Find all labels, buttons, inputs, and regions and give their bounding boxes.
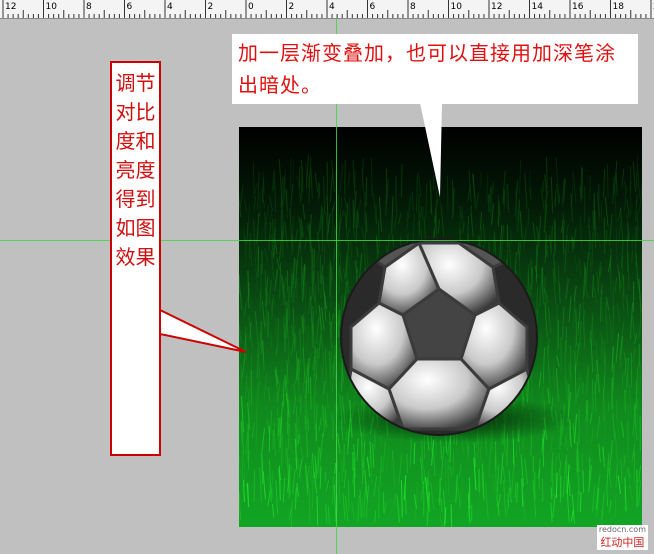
- ruler-label: 4: [329, 2, 335, 12]
- ruler-label: 2: [207, 2, 214, 12]
- ruler-label: 6: [369, 2, 376, 12]
- ruler-label: 8: [86, 2, 92, 12]
- ruler-label: 14: [531, 2, 543, 12]
- ruler-label: 0: [248, 2, 254, 12]
- ruler-label: 2: [288, 2, 295, 12]
- left-annotation-text: 调节对比度和亮度得到如图效果: [115, 71, 156, 269]
- top-callout-tail: [420, 103, 442, 197]
- horizontal-ruler: 1210864202468101214161820: [0, 0, 654, 19]
- watermark-url: redocn.com: [596, 525, 648, 534]
- watermark-name: 红动中国: [596, 534, 648, 550]
- ruler-label: 8: [410, 2, 416, 12]
- ruler-label: 12: [491, 2, 503, 12]
- ruler-ticks: [2, 0, 652, 18]
- top-annotation-text: 加一层渐变叠加，也可以直接用加深笔涂出暗处。: [238, 41, 616, 97]
- horizontal-guide-line[interactable]: [0, 240, 654, 241]
- ruler-label: 6: [126, 2, 133, 12]
- top-annotation-callout: 加一层渐变叠加，也可以直接用加深笔涂出暗处。: [232, 34, 638, 104]
- ruler-label: 12: [5, 2, 17, 12]
- watermark: redocn.com 红动中国: [596, 525, 648, 550]
- ruler-label: 10: [45, 2, 57, 12]
- ruler-label: 16: [572, 2, 584, 12]
- left-annotation-callout: 调节对比度和亮度得到如图效果: [110, 61, 161, 456]
- left-callout-tail: [150, 308, 247, 353]
- ruler-label: 18: [612, 2, 624, 12]
- ruler-label: 10: [450, 2, 462, 12]
- ruler-label: 4: [167, 2, 173, 12]
